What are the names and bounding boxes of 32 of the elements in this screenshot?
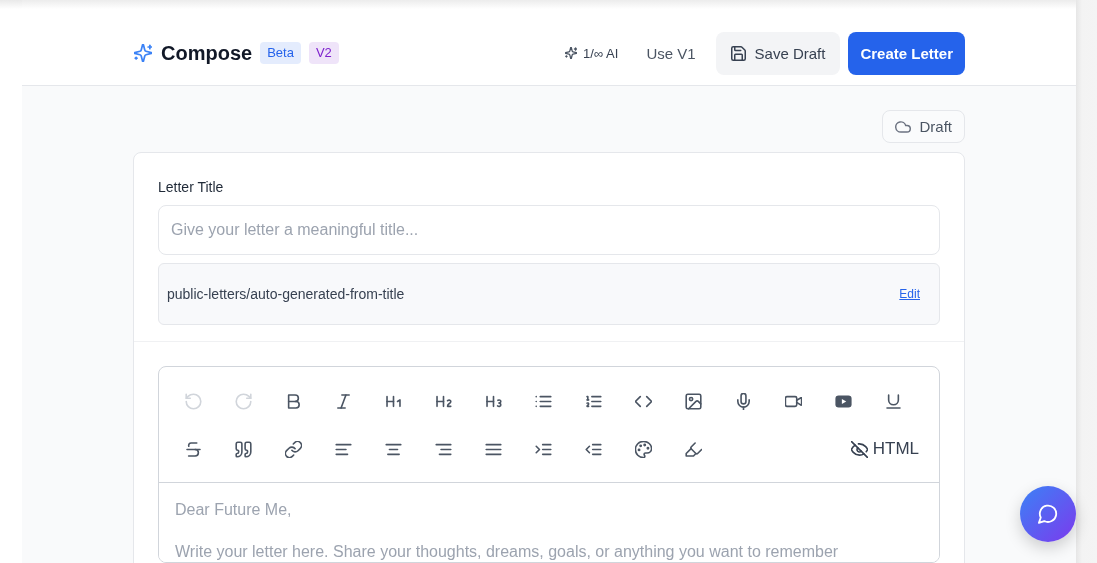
save-icon [730,45,746,61]
sparkles-icon [565,47,578,59]
redo-icon [234,392,252,410]
microphone-icon [734,392,752,410]
status-label: Draft [919,118,952,135]
quote-icon [234,440,252,458]
chat-bubble-icon [1038,504,1058,524]
version-tag: V2 [308,42,339,64]
create-letter-button[interactable]: Create Letter [848,31,965,75]
eye-off-icon [850,440,868,458]
version-tag: Beta [260,42,301,64]
edit-link[interactable]: Edit [899,287,920,301]
underline-icon [884,392,902,410]
save-draft-button[interactable]: Save Draft [715,31,841,75]
sparkles-icon [134,44,152,62]
link-icon [284,440,302,458]
cloud-icon [895,120,912,133]
slug-text: public-letters/auto-generated-from-title [167,286,405,302]
image-icon [684,392,702,410]
page-title: Compose [161,41,253,65]
palette-icon [634,440,652,458]
italic-icon [334,392,352,410]
version-switch-button[interactable]: Use V1 [634,31,708,75]
highlighter-icon [684,440,702,458]
undo-icon [184,392,202,410]
title-input[interactable]: Give your letter a meaningful title... [158,205,940,255]
strikethrough-icon [184,440,202,458]
video-play-icon [834,392,852,410]
rich-text-editor[interactable]: HTML Dear Future Me, Write your letter here. Share your thoughts, dreams, goals, or anything you want to remember [158,366,940,563]
field-label: Letter Title [158,178,224,197]
ai-usage-count: 1/∞ AI [583,45,619,61]
html-toggle-button[interactable]: HTML [850,433,919,465]
